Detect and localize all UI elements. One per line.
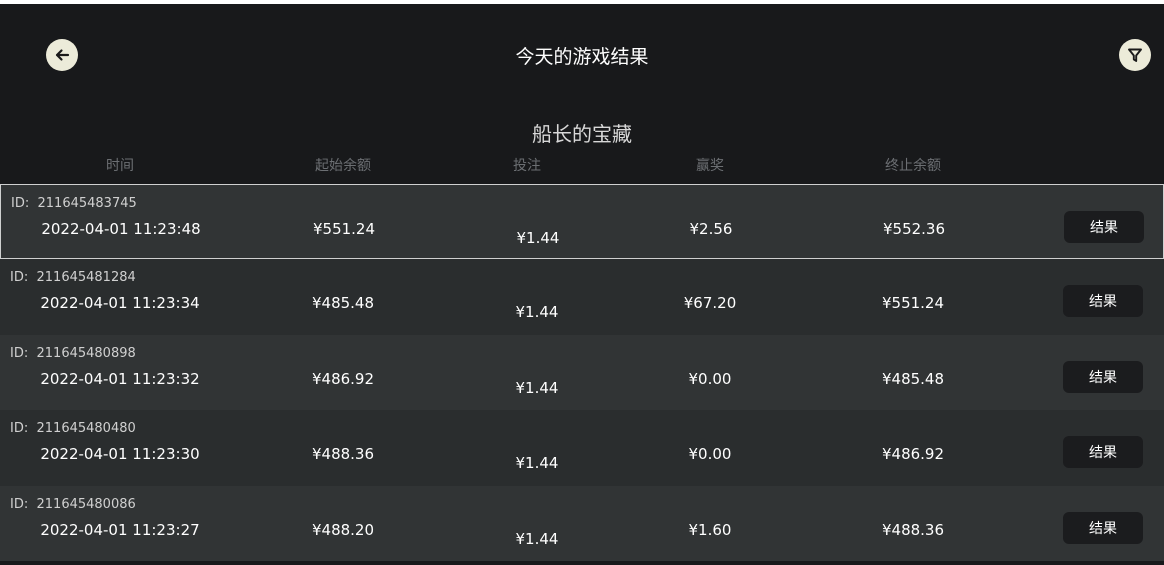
round-time: 2022-04-01 11:23:32 (40, 369, 200, 388)
column-header-win: 赢奖 (696, 158, 724, 174)
column-header-bet: 投注 (513, 158, 541, 174)
table-row[interactable]: ID: 211645480898 2022-04-01 11:23:32 ¥48… (0, 334, 1164, 411)
header: 今天的游戏结果 (0, 4, 1164, 104)
round-time: 2022-04-01 11:23:27 (40, 520, 200, 539)
filter-button[interactable] (1119, 39, 1151, 71)
round-id: ID: 211645483745 (11, 196, 137, 211)
result-button[interactable]: 结果 (1063, 285, 1143, 318)
win-amount: ¥1.60 (688, 520, 732, 539)
win-amount: ¥0.00 (688, 369, 732, 388)
table-row[interactable]: ID: 211645481284 2022-04-01 11:23:34 ¥48… (0, 259, 1164, 335)
bet-amount: ¥1.44 (515, 378, 559, 397)
round-id: ID: 211645480480 (10, 421, 136, 437)
result-button[interactable]: 结果 (1064, 211, 1144, 243)
win-amount: ¥67.20 (683, 294, 737, 313)
end-balance: ¥551.24 (881, 294, 945, 313)
page-title: 今天的游戏结果 (515, 46, 649, 68)
table-row[interactable]: ID: 211645480480 2022-04-01 11:23:30 ¥48… (0, 410, 1164, 486)
bet-amount: ¥1.44 (515, 303, 559, 322)
bet-amount: ¥1.44 (515, 529, 559, 548)
start-balance: ¥485.48 (311, 294, 375, 313)
round-id: ID: 211645480898 (10, 345, 136, 361)
column-header-end-balance: 终止余额 (885, 158, 941, 174)
bet-amount: ¥1.44 (515, 454, 559, 473)
results-table: ID: 211645483745 2022-04-01 11:23:48 ¥55… (0, 184, 1164, 561)
game-name: 船长的宝藏 (532, 122, 632, 146)
column-header-start-balance: 起始余额 (315, 158, 371, 174)
funnel-icon (1128, 48, 1142, 62)
start-balance: ¥488.36 (311, 445, 375, 464)
round-time: 2022-04-01 11:23:34 (40, 294, 200, 313)
end-balance: ¥552.36 (882, 220, 946, 238)
round-id: ID: 211645480086 (10, 496, 136, 512)
table-row[interactable]: ID: 211645483745 2022-04-01 11:23:48 ¥55… (0, 184, 1164, 260)
end-balance: ¥485.48 (881, 369, 945, 388)
result-button[interactable]: 结果 (1063, 511, 1143, 544)
start-balance: ¥551.24 (312, 220, 376, 238)
table-row[interactable]: ID: 211645480086 2022-04-01 11:23:27 ¥48… (0, 485, 1164, 561)
end-balance: ¥486.92 (881, 445, 945, 464)
start-balance: ¥486.92 (311, 369, 375, 388)
win-amount: ¥2.56 (689, 220, 733, 238)
end-balance: ¥488.36 (881, 520, 945, 539)
win-amount: ¥0.00 (688, 445, 732, 464)
round-time: 2022-04-01 11:23:30 (40, 445, 200, 464)
round-id: ID: 211645481284 (10, 270, 136, 286)
result-button[interactable]: 结果 (1063, 436, 1143, 469)
result-button[interactable]: 结果 (1063, 360, 1143, 393)
start-balance: ¥488.20 (311, 520, 375, 539)
column-header-time: 时间 (106, 158, 134, 174)
bet-amount: ¥1.44 (516, 229, 560, 247)
round-time: 2022-04-01 11:23:48 (41, 220, 201, 238)
